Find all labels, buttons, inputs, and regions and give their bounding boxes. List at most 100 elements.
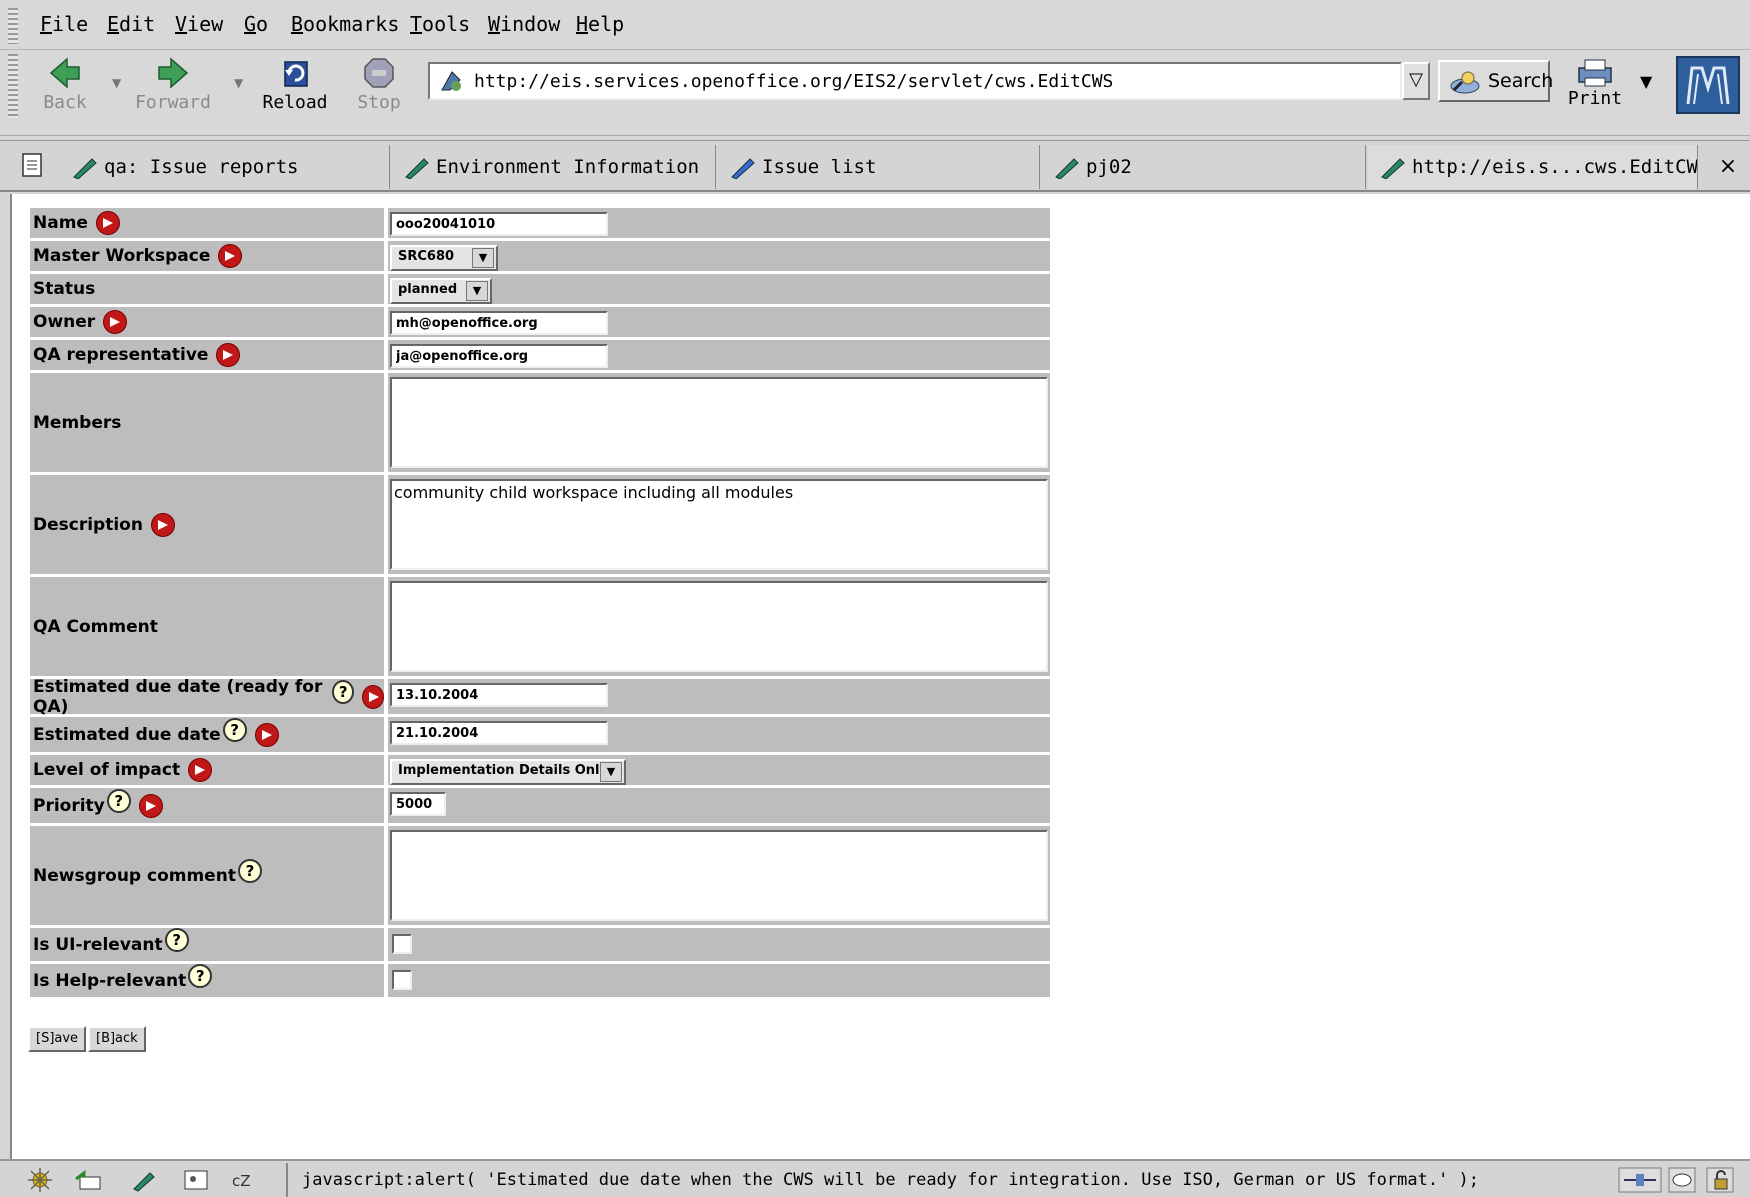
composer-icon[interactable] xyxy=(130,1167,158,1193)
tab-label: qa: Issue reports xyxy=(104,156,299,178)
back-form-button[interactable]: [B]ack xyxy=(88,1026,146,1052)
newsgroup-comment-textarea[interactable] xyxy=(390,830,1048,921)
ui-relevant-checkbox[interactable] xyxy=(392,934,412,954)
url-history-dropdown[interactable]: ▽ xyxy=(1402,62,1430,100)
help-icon[interactable]: ? xyxy=(106,788,131,813)
url-bar[interactable] xyxy=(428,62,1402,100)
tab-bar: qa: Issue reports Environment Informatio… xyxy=(0,140,1750,192)
page-pen-icon xyxy=(731,158,755,179)
toolbar-secondary-grip[interactable] xyxy=(0,122,1750,136)
menu-edit[interactable]: Edit xyxy=(107,12,155,36)
ui-relevant-label: Is UI-relevant xyxy=(33,934,163,955)
cookie-icon[interactable] xyxy=(1668,1167,1696,1193)
qa-rep-label-cell: QA representative xyxy=(30,340,384,370)
menu-view[interactable]: View xyxy=(175,12,223,36)
menu-bookmarks[interactable]: Bookmarks xyxy=(291,12,399,36)
required-marker-icon[interactable] xyxy=(254,722,279,747)
stop-button[interactable]: Stop xyxy=(334,52,424,118)
back-arrow-icon xyxy=(49,57,80,89)
help-icon[interactable]: ? xyxy=(222,717,247,742)
row-status: Status planned ▼ xyxy=(30,274,1050,304)
master-workspace-select[interactable]: SRC680 ▼ xyxy=(390,245,498,271)
save-button[interactable]: [S]ave xyxy=(28,1026,87,1052)
address-book-icon[interactable] xyxy=(182,1167,210,1193)
help-icon[interactable]: ? xyxy=(188,963,213,988)
menu-tools[interactable]: Tools xyxy=(410,12,470,36)
print-button[interactable]: Print xyxy=(1560,52,1630,118)
print-dropdown-icon[interactable]: ▼ xyxy=(1640,72,1652,91)
forward-history-dropdown-icon[interactable]: ▼ xyxy=(234,76,243,90)
lock-icon[interactable] xyxy=(1706,1167,1734,1193)
search-label: Search xyxy=(1488,70,1554,92)
tab-issue-list[interactable]: Issue list xyxy=(718,145,1040,189)
search-button[interactable]: Search xyxy=(1438,60,1554,102)
required-marker-icon[interactable] xyxy=(218,244,243,268)
due-date-label: Estimated due date xyxy=(33,724,221,745)
level-of-impact-select[interactable]: Implementation Details Only ▼ xyxy=(390,759,626,785)
required-marker-icon[interactable] xyxy=(150,512,175,537)
tab-pj02[interactable]: pj02 xyxy=(1042,145,1366,189)
help-icon[interactable]: ? xyxy=(164,927,189,952)
chat-icon[interactable]: cZ xyxy=(230,1167,258,1193)
mail-icon[interactable] xyxy=(74,1167,102,1193)
required-marker-icon[interactable] xyxy=(103,310,128,334)
help-icon[interactable]: ? xyxy=(332,679,355,704)
chevron-down-icon: ▼ xyxy=(466,281,488,301)
due-label-cell: Estimated due date? xyxy=(30,717,384,752)
back-label: Back xyxy=(43,92,87,113)
help-relevant-value-cell xyxy=(388,964,1050,997)
row-name: Name xyxy=(30,208,1050,238)
required-marker-icon[interactable] xyxy=(216,343,241,367)
required-marker-icon[interactable] xyxy=(95,211,120,235)
menu-window[interactable]: Window xyxy=(488,12,560,36)
due-date-input[interactable] xyxy=(390,721,608,745)
back-button[interactable]: Back xyxy=(20,52,110,118)
row-description: Description community child workspace in… xyxy=(30,475,1050,574)
menu-go[interactable]: Go xyxy=(244,12,268,36)
priority-input[interactable] xyxy=(390,792,446,816)
status-select[interactable]: planned ▼ xyxy=(390,278,492,304)
name-input[interactable] xyxy=(390,212,608,236)
help-relevant-checkbox[interactable] xyxy=(392,970,412,990)
priority-label-cell: Priority? xyxy=(30,788,384,823)
row-due-date: Estimated due date? xyxy=(30,717,1050,752)
name-label: Name xyxy=(33,213,88,233)
required-marker-icon[interactable] xyxy=(138,793,163,818)
description-label: Description xyxy=(33,514,143,535)
menu-grip[interactable] xyxy=(8,8,18,44)
newsgroup-label-cell: Newsgroup comment? xyxy=(30,826,384,925)
qa-comment-textarea[interactable] xyxy=(390,581,1048,672)
menu-help[interactable]: Help xyxy=(576,12,624,36)
ui-relevant-value-cell xyxy=(388,928,1050,961)
menu-view-rest: iew xyxy=(187,12,224,36)
navigator-icon[interactable] xyxy=(26,1167,54,1193)
required-marker-icon[interactable] xyxy=(362,684,385,709)
page-pen-icon xyxy=(1381,158,1405,179)
close-tab-button[interactable]: × xyxy=(1708,145,1748,189)
menu-help-rest: elp xyxy=(588,12,625,36)
menu-edit-accel: E xyxy=(107,12,120,36)
required-marker-icon[interactable] xyxy=(188,758,213,782)
menu-file-rest: ile xyxy=(52,12,89,36)
help-icon[interactable]: ? xyxy=(237,858,262,883)
menu-window-rest: indow xyxy=(500,12,561,36)
url-input[interactable] xyxy=(472,66,1372,96)
members-textarea[interactable] xyxy=(390,377,1048,468)
qa-representative-input[interactable] xyxy=(390,344,608,368)
owner-input[interactable] xyxy=(390,311,608,335)
online-status-icon[interactable] xyxy=(1618,1167,1662,1193)
forward-button[interactable]: Forward xyxy=(128,52,218,118)
due-date-qa-input[interactable] xyxy=(390,683,608,707)
reload-button[interactable]: Reload xyxy=(250,52,340,118)
description-textarea[interactable]: community child workspace including all … xyxy=(390,479,1048,570)
level-of-impact-label: Level of impact xyxy=(33,760,181,780)
menu-file[interactable]: File xyxy=(40,12,88,36)
back-history-dropdown-icon[interactable]: ▼ xyxy=(112,76,121,90)
toolbar-grip[interactable] xyxy=(8,54,18,118)
tab-environment-information[interactable]: Environment Information ... xyxy=(392,145,716,189)
tab-qa-issue-reports[interactable]: qa: Issue reports xyxy=(60,145,390,189)
due-qa-label-cell: Estimated due date (ready for QA)? xyxy=(30,677,385,717)
new-tab-icon[interactable] xyxy=(20,151,46,179)
impact-value-cell: Implementation Details Only ▼ xyxy=(388,755,1050,785)
tab-edit-cws[interactable]: http://eis.s...cws.EditCWS xyxy=(1368,145,1698,189)
